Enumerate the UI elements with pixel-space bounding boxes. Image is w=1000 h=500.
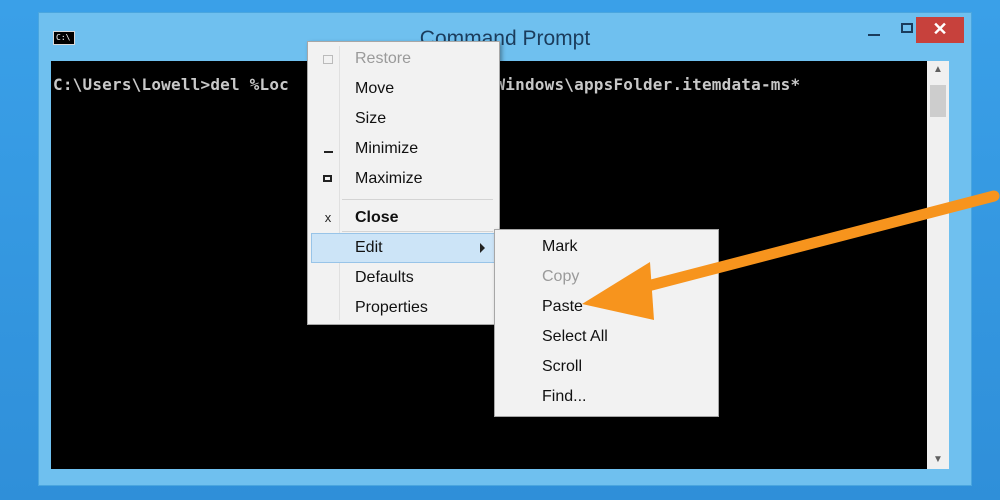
menu-item-label: Properties xyxy=(355,299,428,316)
menu-item-label: Copy xyxy=(542,268,580,285)
menu-separator xyxy=(342,199,493,200)
submenu-arrow-icon xyxy=(480,243,485,253)
menu-item-move[interactable]: Move xyxy=(311,76,496,104)
edit-submenu: Mark Copy Paste Select All Scroll Find..… xyxy=(494,229,719,417)
restore-icon xyxy=(321,52,335,66)
scroll-thumb[interactable] xyxy=(930,85,946,117)
window-title: Command Prompt xyxy=(419,27,591,50)
scroll-up-arrow-icon[interactable]: ▲ xyxy=(927,61,949,79)
menu-item-label: Edit xyxy=(355,239,383,256)
title-bar[interactable]: C:\ Command Prompt ✕ xyxy=(39,13,971,61)
menu-item-properties[interactable]: Properties xyxy=(311,295,496,323)
menu-item-label: Defaults xyxy=(355,269,414,286)
menu-item-label: Restore xyxy=(355,50,412,67)
menu-item-label: Move xyxy=(355,80,395,97)
minimize-icon xyxy=(868,34,880,36)
menu-item-label: Select All xyxy=(542,328,608,345)
maximize-icon xyxy=(321,172,335,186)
close-button[interactable]: ✕ xyxy=(916,17,964,43)
vertical-scrollbar[interactable]: ▲ ▼ xyxy=(927,61,949,469)
menu-item-paste[interactable]: Paste xyxy=(498,294,715,322)
menu-item-size[interactable]: Size xyxy=(311,106,496,134)
menu-item-edit[interactable]: Edit xyxy=(311,233,496,263)
menu-item-copy[interactable]: Copy xyxy=(498,264,715,292)
maximize-icon xyxy=(901,23,913,33)
menu-item-mark[interactable]: Mark xyxy=(498,234,715,262)
menu-item-find[interactable]: Find... xyxy=(498,384,715,412)
close-icon: x xyxy=(324,210,332,225)
system-menu: Restore Move Size Minimize Maximize x Cl… xyxy=(307,41,500,325)
menu-item-label: Mark xyxy=(542,238,578,255)
close-icon: ✕ xyxy=(932,19,948,39)
menu-item-label: Maximize xyxy=(355,170,423,187)
menu-item-label: Paste xyxy=(542,298,583,315)
menu-item-minimize[interactable]: Minimize xyxy=(311,136,496,164)
menu-item-defaults[interactable]: Defaults xyxy=(311,265,496,293)
menu-item-scroll[interactable]: Scroll xyxy=(498,354,715,382)
menu-separator xyxy=(342,231,493,232)
menu-item-label: Close xyxy=(355,209,399,226)
menu-item-restore[interactable]: Restore xyxy=(311,46,496,74)
menu-item-select-all[interactable]: Select All xyxy=(498,324,715,352)
menu-item-label: Find... xyxy=(542,388,587,405)
minimize-button[interactable] xyxy=(857,17,891,43)
menu-item-label: Minimize xyxy=(355,140,419,157)
menu-item-maximize[interactable]: Maximize xyxy=(311,166,496,194)
scroll-down-arrow-icon[interactable]: ▼ xyxy=(927,451,949,469)
menu-item-close[interactable]: x Close xyxy=(311,205,496,233)
minimize-icon xyxy=(321,142,335,156)
menu-item-label: Size xyxy=(355,110,387,127)
menu-item-label: Scroll xyxy=(542,358,583,375)
